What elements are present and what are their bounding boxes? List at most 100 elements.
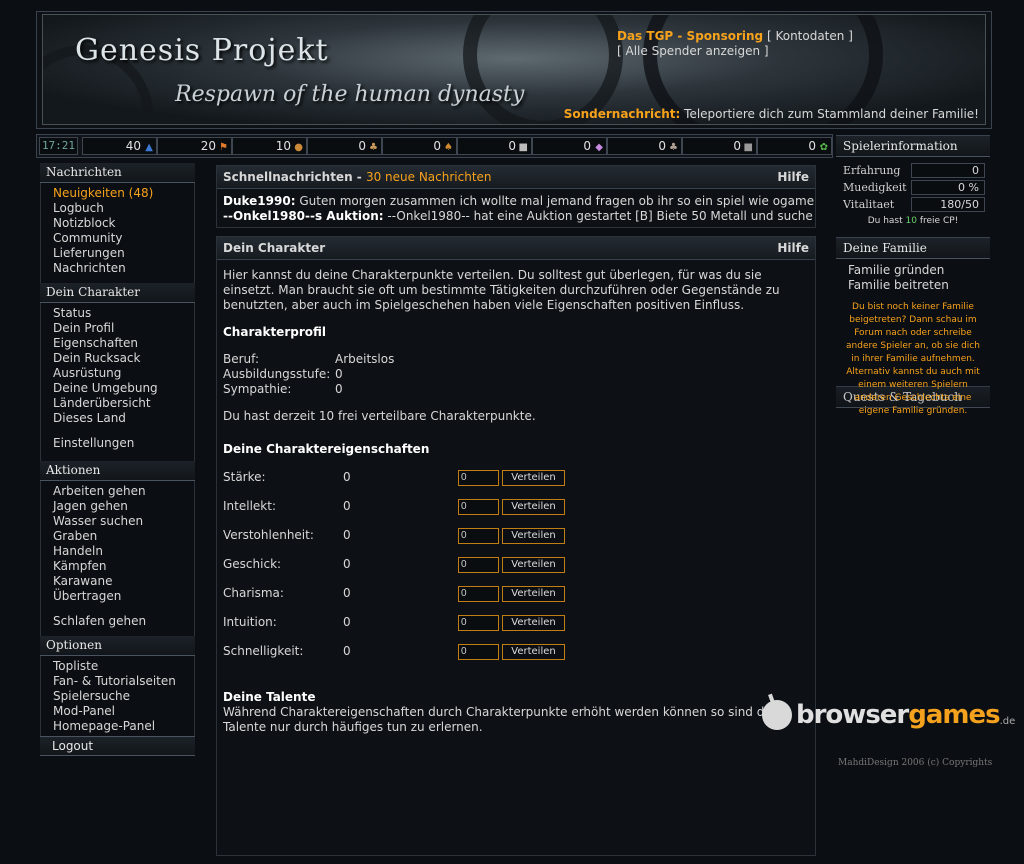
right-sidebar: Spielerinformation Erfahrung 0 Muedigkeit 0… bbox=[836, 135, 990, 418]
talents-text: Während Charaktereigenschaften durch Cha… bbox=[223, 705, 776, 734]
left-navigation: Nachrichten Neuigkeiten (48) Logbuch Notiz… bbox=[40, 163, 195, 756]
nav-section-nachrichten: Nachrichten bbox=[40, 163, 195, 183]
profile-table: Beruf: Arbeitslos Ausbildungsstufe: 0 Sympat… bbox=[223, 352, 394, 397]
nav-item-nachrichten-5[interactable]: Nachrichten bbox=[53, 261, 194, 276]
quick-messages-title: Schnellnachrichten bbox=[223, 170, 353, 184]
attribute-points-input[interactable] bbox=[458, 527, 499, 544]
nav-item-optionen-0[interactable]: Topliste bbox=[53, 659, 194, 674]
distribute-button[interactable]: Verteilen bbox=[502, 585, 565, 602]
nav-item-charakter-6[interactable]: Länderübersicht bbox=[53, 396, 194, 411]
quick-help-button[interactable]: Hilfe bbox=[777, 166, 809, 188]
family-notice: Du bist noch keiner Familie beigetreten?… bbox=[846, 302, 980, 416]
nav-item-charakter-7[interactable]: Dieses Land bbox=[53, 411, 194, 426]
found-family-link[interactable]: Familie gründen bbox=[836, 263, 990, 278]
nav-item-nachrichten-1[interactable]: Logbuch bbox=[53, 201, 194, 216]
attribute-points-input[interactable] bbox=[458, 614, 499, 631]
nav-item-aktionen-2[interactable]: Wasser suchen bbox=[53, 514, 194, 529]
resource-meat: 20 ⚑ bbox=[157, 137, 232, 155]
nav-item-nachrichten-0[interactable]: Neuigkeiten (48) bbox=[53, 186, 194, 201]
attribute-points-input[interactable] bbox=[458, 643, 499, 660]
nav-item-charakter-1[interactable]: Dein Profil bbox=[53, 321, 194, 336]
distribute-button[interactable]: Verteilen bbox=[502, 643, 565, 660]
resource-value: 10 bbox=[275, 139, 291, 153]
nav-item-charakter-3[interactable]: Dein Rucksack bbox=[53, 351, 194, 366]
nav-item-aktionen-extra[interactable]: Schlafen gehen bbox=[53, 614, 194, 629]
resource-value: 0 bbox=[358, 139, 366, 153]
player-stat: Muedigkeit 0 % bbox=[836, 179, 990, 196]
stat-value: 180/50 bbox=[911, 197, 985, 212]
free-cp-value: 10 bbox=[905, 216, 917, 226]
resource-ore: 0 ♣ bbox=[607, 137, 682, 155]
nav-item-aktionen-6[interactable]: Karawane bbox=[53, 574, 194, 589]
quick-message[interactable]: --Onkel1980--s Auktion: --Onkel1980-- ha… bbox=[223, 209, 815, 224]
profile-row: Beruf: Arbeitslos bbox=[223, 352, 394, 367]
attribute-name: Schnelligkeit: bbox=[223, 644, 304, 658]
ore-icon: ♣ bbox=[669, 142, 678, 153]
sponsoring-link[interactable]: Das TGP - Sponsoring bbox=[617, 29, 763, 43]
distribute-button[interactable]: Verteilen bbox=[502, 556, 565, 573]
nav-item-nachrichten-3[interactable]: Community bbox=[53, 231, 194, 246]
nav-item-aktionen-5[interactable]: Kämpfen bbox=[53, 559, 194, 574]
profile-value: Arbeitslos bbox=[335, 352, 395, 366]
nav-section-optionen: Optionen bbox=[40, 636, 195, 656]
resource-value: 40 bbox=[125, 139, 141, 153]
profile-label: Ausbildungsstufe: bbox=[223, 367, 331, 381]
join-family-link[interactable]: Familie beitreten bbox=[836, 278, 990, 293]
attribute-points-input[interactable] bbox=[458, 498, 499, 515]
leather-icon: ♣ bbox=[369, 142, 378, 153]
browsergames-watermark: browser games .de bbox=[762, 693, 1015, 730]
attribute-points-input[interactable] bbox=[458, 469, 499, 486]
nav-item-aktionen-4[interactable]: Handeln bbox=[53, 544, 194, 559]
attribute-name: Stärke: bbox=[223, 470, 266, 484]
resource-stone: 0 ■ bbox=[457, 137, 532, 155]
nav-item-aktionen-7[interactable]: Übertragen bbox=[53, 589, 194, 604]
resource-leather: 0 ♣ bbox=[307, 137, 382, 155]
profile-label: Sympathie: bbox=[223, 382, 292, 396]
nav-item-aktionen-0[interactable]: Arbeiten gehen bbox=[53, 484, 194, 499]
logout-link[interactable]: Logout bbox=[40, 736, 195, 756]
nav-item-charakter-0[interactable]: Status bbox=[53, 306, 194, 321]
free-points-text: Du hast derzeit 10 frei verteilbare Char… bbox=[223, 409, 536, 423]
nav-item-optionen-1[interactable]: Fan- & Tutorialseiten bbox=[53, 674, 194, 689]
nav-item-aktionen-3[interactable]: Graben bbox=[53, 529, 194, 544]
nav-item-charakter-extra[interactable]: Einstellungen bbox=[53, 436, 194, 451]
nav-item-aktionen-1[interactable]: Jagen gehen bbox=[53, 499, 194, 514]
special-news-label: Sondernachricht: bbox=[563, 107, 681, 121]
attribute-points-input[interactable] bbox=[458, 556, 499, 573]
nav-item-optionen-4[interactable]: Homepage-Panel bbox=[53, 719, 194, 734]
attribute-row: Schnelligkeit: 0 Verteilen bbox=[223, 637, 809, 666]
stat-value: 0 bbox=[911, 163, 985, 178]
spender-link[interactable]: [ Alle Spender anzeigen ] bbox=[617, 44, 853, 59]
distribute-button[interactable]: Verteilen bbox=[502, 614, 565, 631]
family-heading: Deine Familie bbox=[836, 237, 990, 259]
distribute-button[interactable]: Verteilen bbox=[502, 527, 565, 544]
character-intro: Hier kannst du deine Charakterpunkte ver… bbox=[223, 268, 780, 312]
profile-value: 0 bbox=[335, 367, 343, 381]
attribute-points-input[interactable] bbox=[458, 585, 499, 602]
nav-item-charakter-4[interactable]: Ausrüstung bbox=[53, 366, 194, 381]
quick-message[interactable]: Duke1990: Guten morgen zusammen ich woll… bbox=[223, 194, 815, 209]
player-stat: Erfahrung 0 bbox=[836, 162, 990, 179]
attribute-row: Geschick: 0 Verteilen bbox=[223, 550, 809, 579]
server-time: 17:21 bbox=[39, 137, 78, 155]
nav-item-charakter-5[interactable]: Deine Umgebung bbox=[53, 381, 194, 396]
new-messages-link[interactable]: 30 neue Nachrichten bbox=[366, 170, 492, 184]
talents-heading: Deine Talente bbox=[223, 690, 316, 704]
nav-item-nachrichten-4[interactable]: Lieferungen bbox=[53, 246, 194, 261]
nav-item-optionen-2[interactable]: Spielersuche bbox=[53, 689, 194, 704]
nav-item-charakter-2[interactable]: Eigenschaften bbox=[53, 336, 194, 351]
distribute-button[interactable]: Verteilen bbox=[502, 498, 565, 515]
resource-bread: 10 ● bbox=[232, 137, 307, 155]
character-help-button[interactable]: Hilfe bbox=[777, 237, 809, 259]
stat-label: Vitalitaet bbox=[843, 198, 895, 211]
message-author: --Onkel1980--s Auktion: bbox=[223, 209, 384, 223]
profile-row: Ausbildungsstufe: 0 bbox=[223, 367, 394, 382]
attribute-value: 0 bbox=[343, 528, 351, 542]
herb-icon: ✿ bbox=[819, 142, 828, 153]
nav-item-nachrichten-2[interactable]: Notizblock bbox=[53, 216, 194, 231]
distribute-button[interactable]: Verteilen bbox=[502, 469, 565, 486]
attribute-name: Intuition: bbox=[223, 615, 277, 629]
nav-item-optionen-3[interactable]: Mod-Panel bbox=[53, 704, 194, 719]
kontodaten-link[interactable]: [ Kontodaten ] bbox=[767, 29, 853, 43]
character-header: Dein Charakter Hilfe bbox=[217, 237, 815, 260]
